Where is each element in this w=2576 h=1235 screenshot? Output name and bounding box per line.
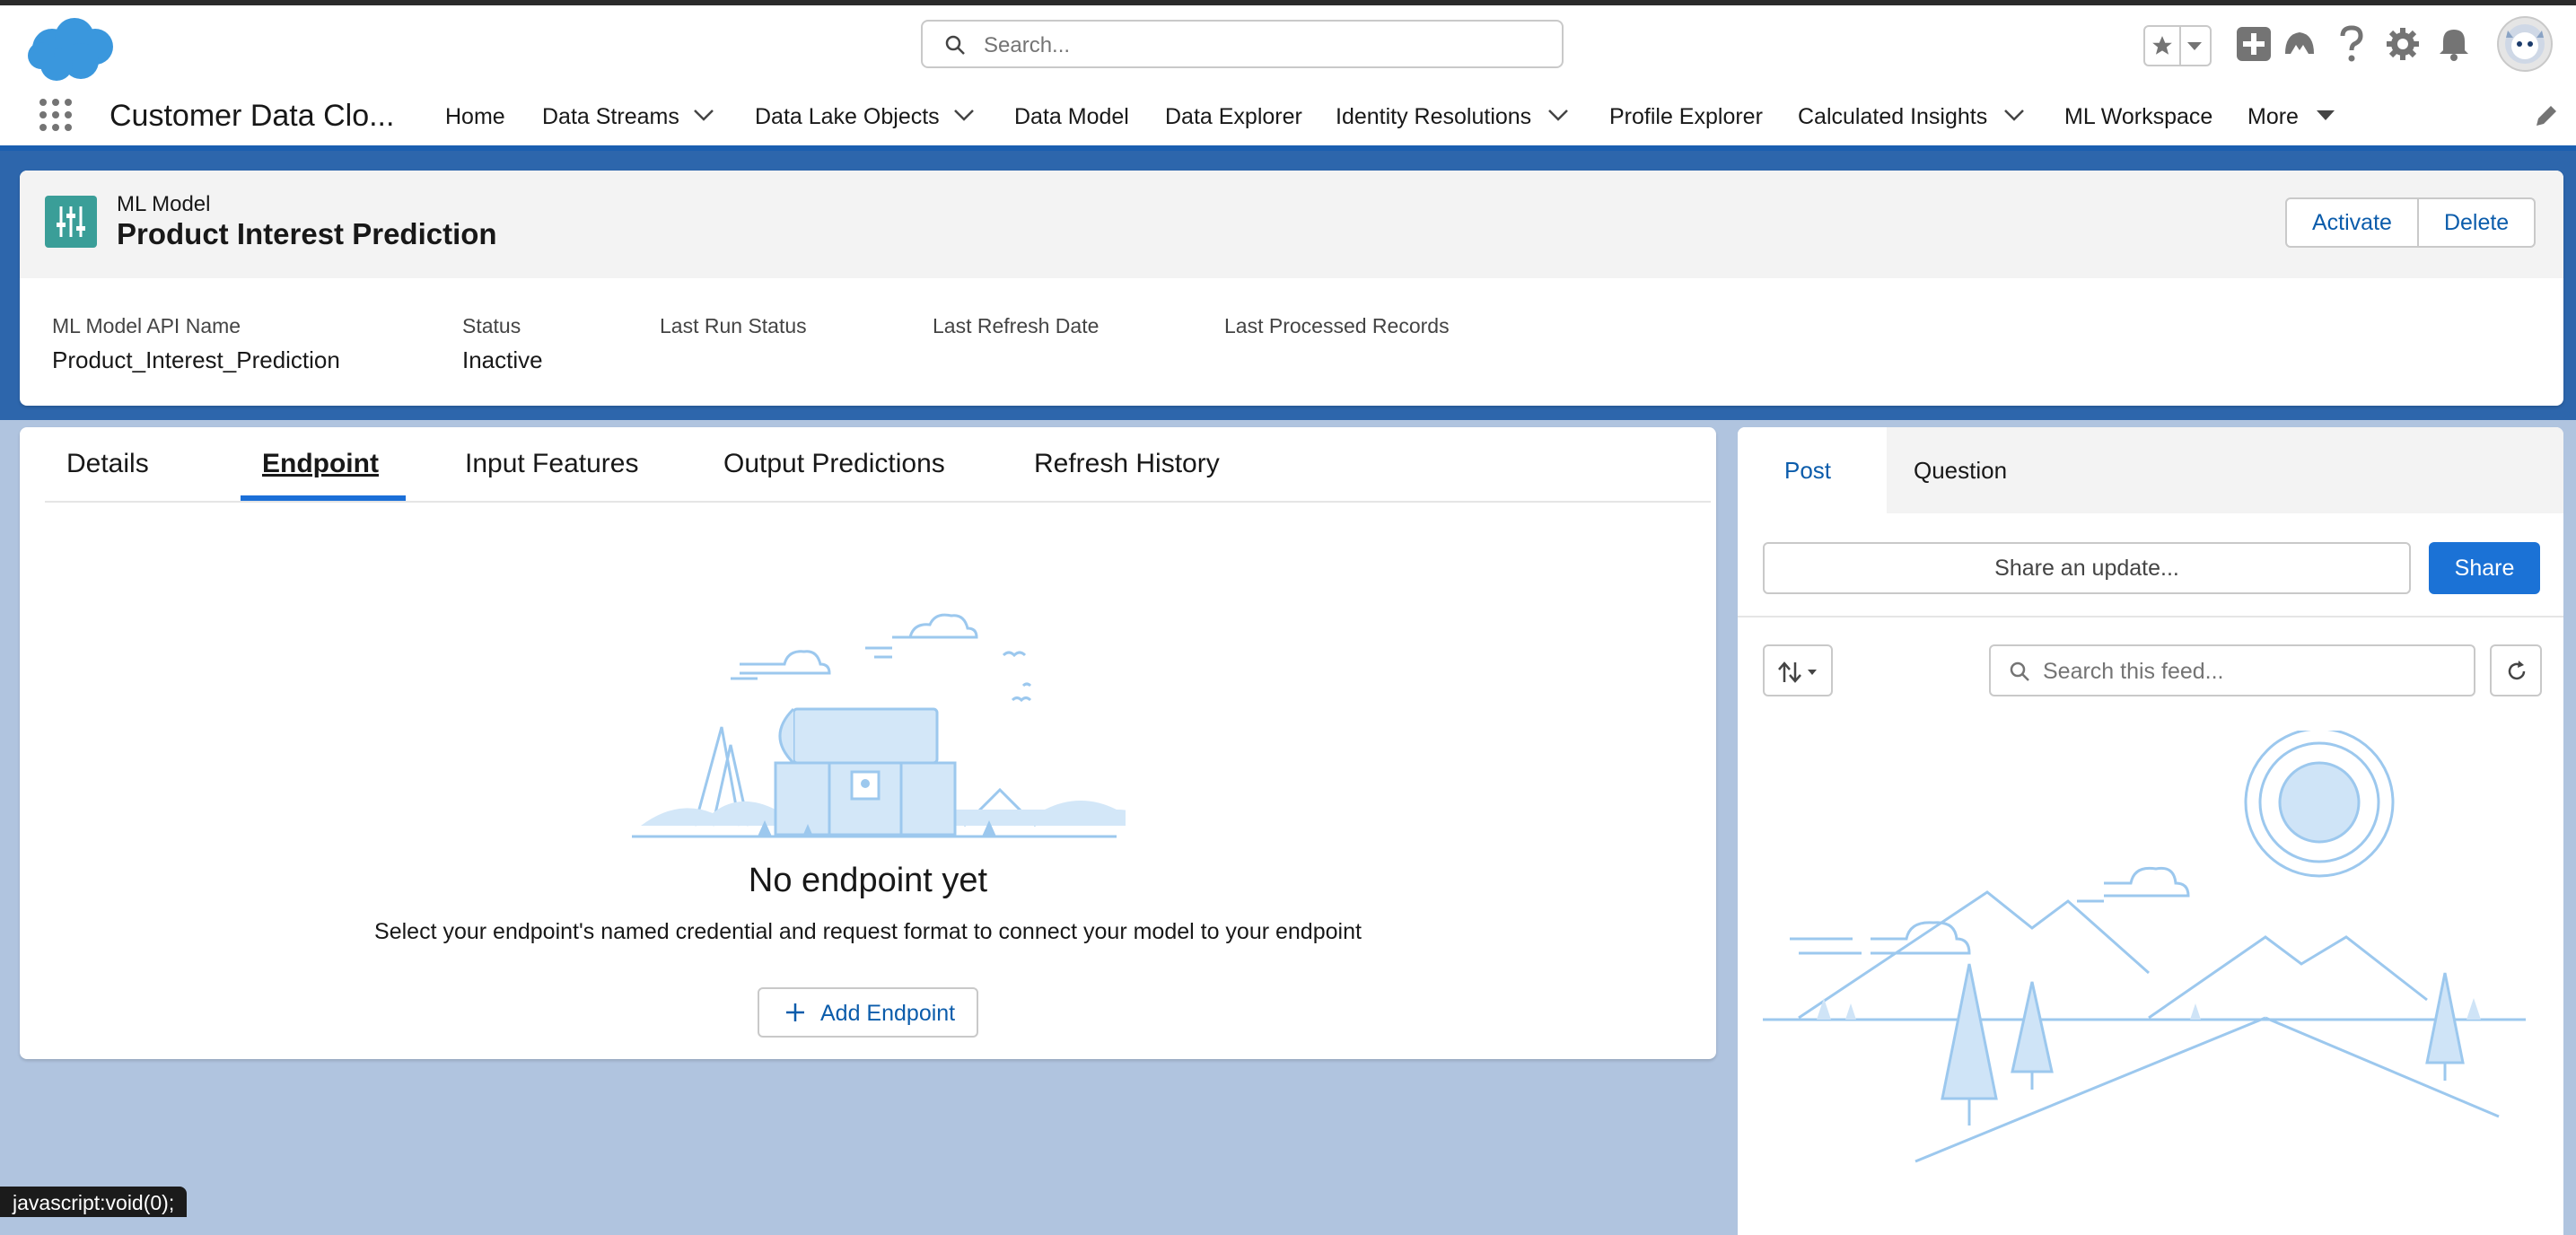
nav-item-data-lake-objects[interactable]: Data Lake Objects bbox=[755, 104, 940, 130]
chevron-down-icon[interactable] bbox=[953, 108, 975, 122]
sliders-icon bbox=[57, 206, 85, 237]
chevron-down-icon[interactable] bbox=[1547, 108, 1569, 122]
trailhead-icon[interactable] bbox=[2282, 27, 2318, 61]
nav-item-data-explorer[interactable]: Data Explorer bbox=[1165, 104, 1302, 130]
tab-input-features[interactable]: Input Features bbox=[465, 449, 638, 479]
record-action-buttons: Activate Delete bbox=[2285, 197, 2537, 248]
empty-state-title: No endpoint yet bbox=[748, 862, 988, 899]
nav-item-more[interactable]: More bbox=[2247, 104, 2299, 130]
chevron-down-icon[interactable] bbox=[2003, 108, 2025, 122]
astro-avatar-icon bbox=[2505, 24, 2545, 64]
notifications-bell-icon[interactable] bbox=[2438, 27, 2470, 61]
setup-gear-icon[interactable] bbox=[2386, 27, 2420, 61]
add-endpoint-label: Add Endpoint bbox=[820, 1001, 956, 1026]
tab-details[interactable]: Details bbox=[66, 449, 149, 479]
feed-refresh-button[interactable] bbox=[2490, 644, 2542, 696]
tab-endpoint[interactable]: Endpoint bbox=[262, 449, 379, 479]
record-tabs-card: Details Endpoint Input Features Output P… bbox=[20, 427, 1716, 1059]
field-value-api-name: Product_Interest_Prediction bbox=[52, 346, 340, 373]
active-tab-indicator bbox=[241, 495, 406, 501]
field-label-status: Status bbox=[462, 314, 521, 337]
caret-down-icon[interactable] bbox=[2316, 109, 2335, 122]
feed-sort-button[interactable] bbox=[1763, 644, 1833, 696]
tab-post-label: Post bbox=[1784, 457, 1832, 484]
user-avatar[interactable] bbox=[2497, 16, 2553, 72]
field-label-last-refresh-date: Last Refresh Date bbox=[933, 314, 1100, 337]
nav-item-data-streams[interactable]: Data Streams bbox=[542, 104, 679, 130]
page-title: Product Interest Prediction bbox=[117, 217, 497, 250]
edit-nav-pencil-icon[interactable] bbox=[2533, 104, 2558, 129]
nav-item-home[interactable]: Home bbox=[445, 104, 505, 130]
record-object-type: ML Model bbox=[117, 192, 211, 216]
chevron-down-icon[interactable] bbox=[2186, 41, 2203, 52]
nav-item-calculated-insights[interactable]: Calculated Insights bbox=[1798, 104, 1987, 130]
nav-item-identity-resolutions[interactable]: Identity Resolutions bbox=[1336, 104, 1531, 130]
salesforce-logo[interactable] bbox=[25, 14, 120, 86]
tab-post[interactable]: Post bbox=[1738, 427, 1887, 513]
delete-button[interactable]: Delete bbox=[2419, 199, 2534, 246]
feed-divider bbox=[1738, 616, 2563, 618]
search-placeholder: Search... bbox=[984, 33, 1071, 57]
nav-item-profile-explorer[interactable]: Profile Explorer bbox=[1609, 104, 1763, 130]
share-button[interactable]: Share bbox=[2429, 542, 2540, 594]
refresh-icon bbox=[2508, 661, 2526, 680]
field-label-api-name: ML Model API Name bbox=[52, 314, 241, 337]
empty-state-description: Select your endpoint's named credential … bbox=[374, 919, 1362, 944]
tab-question[interactable]: Question bbox=[1914, 457, 2007, 485]
search-icon bbox=[2010, 661, 2029, 681]
record-header: ML Model Product Interest Prediction Act… bbox=[20, 171, 2563, 406]
record-tabset: Details Endpoint Input Features Output P… bbox=[45, 427, 1711, 503]
app-name: Customer Data Clo... bbox=[110, 99, 395, 133]
plus-icon bbox=[786, 1003, 804, 1021]
sort-arrows-icon bbox=[1778, 661, 1817, 683]
favorites-star-icon[interactable] bbox=[2151, 34, 2174, 57]
app-navigation-bar: Customer Data Clo... Home Data Streams D… bbox=[0, 88, 2576, 151]
feed-search-input[interactable]: Search this feed... bbox=[1989, 644, 2475, 696]
feed-search-placeholder: Search this feed... bbox=[2043, 659, 2224, 684]
browser-status-bar: javascript:void(0); bbox=[0, 1187, 188, 1217]
empty-feed-mountain-illustration bbox=[1763, 731, 2526, 1163]
field-label-last-processed-records: Last Processed Records bbox=[1224, 314, 1450, 337]
chevron-down-icon[interactable] bbox=[693, 108, 714, 122]
share-update-input[interactable]: Share an update... bbox=[1763, 542, 2411, 594]
app-launcher-icon[interactable] bbox=[38, 97, 74, 133]
tab-output-predictions[interactable]: Output Predictions bbox=[723, 449, 945, 479]
help-icon[interactable] bbox=[2337, 25, 2366, 63]
tab-refresh-history[interactable]: Refresh History bbox=[1034, 449, 1220, 479]
chatter-feed-card: Post Question Share an update... Share S… bbox=[1738, 427, 2563, 1235]
add-endpoint-button[interactable]: Add Endpoint bbox=[758, 987, 978, 1038]
global-header: Search... bbox=[0, 5, 2576, 93]
global-actions-plus-icon[interactable] bbox=[2235, 25, 2273, 63]
search-icon bbox=[945, 35, 965, 55]
ml-model-object-icon bbox=[45, 196, 97, 248]
empty-state-treasure-chest-illustration bbox=[632, 613, 1126, 838]
favorites-group[interactable] bbox=[2143, 25, 2212, 66]
nav-item-data-model[interactable]: Data Model bbox=[1014, 104, 1129, 130]
activate-button[interactable]: Activate bbox=[2287, 199, 2417, 246]
field-label-last-run-status: Last Run Status bbox=[660, 314, 807, 337]
feed-publisher-tabs: Post Question bbox=[1738, 427, 2563, 513]
nav-item-ml-workspace[interactable]: ML Workspace bbox=[2064, 104, 2212, 130]
field-value-status: Inactive bbox=[462, 346, 543, 373]
global-search[interactable]: Search... bbox=[921, 20, 1564, 68]
